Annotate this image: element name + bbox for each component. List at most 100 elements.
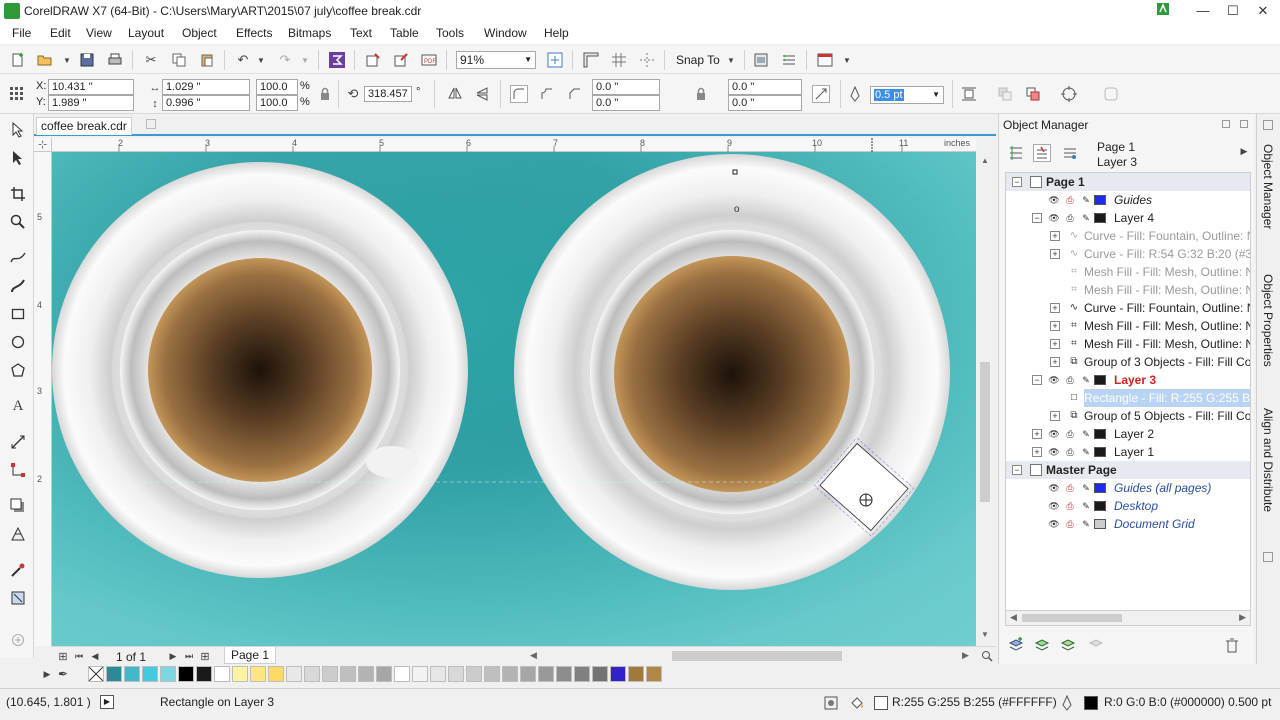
show-guidelines-icon[interactable]	[638, 51, 656, 69]
expand-icon[interactable]: +	[1050, 321, 1060, 331]
tree-object-row[interactable]: + ∿ Curve - Fill: Fountain, Outline: N	[1006, 227, 1250, 245]
mirror-horizontal-icon[interactable]	[446, 85, 464, 103]
color-swatch[interactable]	[448, 666, 464, 682]
previous-page-icon[interactable]: ◀	[86, 647, 104, 665]
edit-pen-icon[interactable]: ✎	[1080, 194, 1092, 206]
connector-tool-icon[interactable]	[8, 460, 28, 480]
save-icon[interactable]	[78, 51, 96, 69]
edit-pen-icon[interactable]: ✎	[1080, 482, 1092, 494]
round-corner-icon[interactable]	[510, 85, 528, 103]
chamfered-corner-icon[interactable]	[566, 85, 584, 103]
scroll-down-icon[interactable]: ▼	[981, 630, 989, 639]
pick-tool-icon[interactable]	[8, 120, 28, 140]
redo-dropdown-icon[interactable]: ▼	[296, 51, 314, 69]
transparency-tool-icon[interactable]	[8, 524, 28, 544]
eye-icon[interactable]: 👁	[1048, 446, 1060, 458]
horizontal-scroll-thumb[interactable]	[672, 651, 842, 661]
help-icon[interactable]	[1148, 2, 1178, 20]
layer-color-swatch[interactable]	[1094, 483, 1106, 493]
tree-scroll-thumb[interactable]	[1022, 614, 1122, 622]
color-swatch[interactable]	[466, 666, 482, 682]
print-icon[interactable]	[106, 51, 124, 69]
tree-layer-row[interactable]: + 👁 ⎙ ✎ Layer 2	[1006, 425, 1250, 443]
scroll-left-icon[interactable]: ◀	[1010, 612, 1017, 623]
rectangle-tool-icon[interactable]	[8, 304, 28, 324]
tree-object-row[interactable]: + ⧉ Group of 5 Objects - Fill: Fill Col	[1006, 407, 1250, 425]
tree-page-row[interactable]: − Master Page	[1006, 461, 1250, 479]
paste-icon[interactable]	[198, 51, 216, 69]
status-menu-icon[interactable]: ▶	[100, 695, 114, 709]
color-swatch[interactable]	[592, 666, 608, 682]
color-swatch[interactable]	[610, 666, 626, 682]
color-swatch[interactable]	[106, 666, 122, 682]
lock-ratio-icon[interactable]	[316, 85, 334, 103]
print-icon[interactable]: ⎙	[1064, 518, 1076, 530]
scroll-up-icon[interactable]: ▲	[981, 156, 989, 165]
lock-corners-icon[interactable]	[692, 85, 710, 103]
collapse-icon[interactable]: −	[1032, 213, 1042, 223]
tree-object-row[interactable]: ⌗ Mesh Fill - Fill: Mesh, Outline: N	[1006, 263, 1250, 281]
options-icon[interactable]	[780, 51, 798, 69]
horizontal-ruler[interactable]: 2 3 4 5 6 7 8 9 10 11 inches	[52, 138, 976, 152]
scale-width-field[interactable]: 100.0	[256, 79, 298, 95]
layer-color-swatch[interactable]	[1094, 429, 1106, 439]
expand-icon[interactable]: +	[1032, 429, 1042, 439]
navigator-icon[interactable]	[978, 647, 996, 665]
new-master-layer-odd-icon[interactable]	[1087, 636, 1105, 654]
color-swatch[interactable]	[250, 666, 266, 682]
scroll-right-icon[interactable]: ▶	[962, 650, 969, 661]
layer-color-swatch[interactable]	[1094, 501, 1106, 511]
color-swatch[interactable]	[178, 666, 194, 682]
interactive-fill-tool-icon[interactable]	[8, 588, 28, 608]
application-launcher-icon[interactable]	[816, 51, 834, 69]
color-swatch[interactable]	[214, 666, 230, 682]
polygon-tool-icon[interactable]	[8, 360, 28, 380]
menu-table[interactable]: Table	[390, 26, 419, 40]
redo-icon[interactable]: ↷	[276, 51, 294, 69]
scale-height-field[interactable]: 100.0	[256, 95, 298, 111]
menu-window[interactable]: Window	[484, 26, 527, 40]
tree-layer-row[interactable]: 👁 ⎙ ✎ Desktop	[1006, 497, 1250, 515]
to-back-icon[interactable]	[1024, 85, 1042, 103]
color-swatch[interactable]	[124, 666, 140, 682]
undo-icon[interactable]: ↶	[234, 51, 252, 69]
color-swatch[interactable]	[574, 666, 590, 682]
edit-pen-icon[interactable]: ✎	[1080, 500, 1092, 512]
copy-icon[interactable]	[170, 51, 188, 69]
freehand-tool-icon[interactable]	[8, 248, 28, 268]
drawing-canvas[interactable]: o	[52, 152, 976, 646]
docker-menu-arrow-icon[interactable]: ▶	[1235, 142, 1253, 160]
ruler-origin[interactable]: ⊹	[34, 138, 52, 152]
vertical-ruler[interactable]: 5 4 3 2	[34, 152, 52, 646]
cut-icon[interactable]: ✂	[142, 51, 160, 69]
zoom-level-select[interactable]: 91% ▼	[456, 51, 536, 69]
print-icon[interactable]: ⎙	[1064, 446, 1076, 458]
tab-object-properties[interactable]: Object Properties	[1261, 274, 1275, 367]
tree-object-row[interactable]: ⌗ Mesh Fill - Fill: Mesh, Outline: N	[1006, 281, 1250, 299]
edit-pen-icon[interactable]: ✎	[1080, 428, 1092, 440]
edit-pen-icon[interactable]: ✎	[1080, 374, 1092, 386]
color-swatch[interactable]	[430, 666, 446, 682]
tree-object-row[interactable]: + ⌗ Mesh Fill - Fill: Mesh, Outline: N	[1006, 335, 1250, 353]
expand-icon[interactable]: +	[1050, 411, 1060, 421]
tree-layer-row[interactable]: − 👁 ⎙ ✎ Layer 3	[1006, 371, 1250, 389]
width-field[interactable]: 1.029 "	[162, 79, 250, 95]
color-swatch[interactable]	[412, 666, 428, 682]
vertical-scroll-thumb[interactable]	[980, 362, 990, 502]
open-dropdown-icon[interactable]: ▼	[58, 51, 76, 69]
x-position-field[interactable]: 10.431 "	[48, 79, 134, 95]
collapse-icon[interactable]: −	[1012, 177, 1022, 187]
tree-object-row[interactable]: + ⌗ Mesh Fill - Fill: Mesh, Outline: N	[1006, 317, 1250, 335]
print-icon[interactable]: ⎙	[1064, 194, 1076, 206]
tab-align-and-distribute[interactable]: Align and Distribute	[1261, 408, 1275, 512]
edit-across-layers-icon[interactable]	[1033, 144, 1051, 162]
color-swatch[interactable]	[304, 666, 320, 682]
expand-icon[interactable]: +	[1050, 231, 1060, 241]
shape-tool-icon[interactable]	[8, 148, 28, 168]
scalloped-corner-icon[interactable]	[538, 85, 556, 103]
expand-icon[interactable]: +	[1050, 357, 1060, 367]
page-tab[interactable]: Page 1	[224, 647, 277, 664]
eye-icon[interactable]: 👁	[1048, 482, 1060, 494]
show-object-properties-icon[interactable]	[1007, 144, 1025, 162]
drop-shadow-tool-icon[interactable]	[8, 496, 28, 516]
